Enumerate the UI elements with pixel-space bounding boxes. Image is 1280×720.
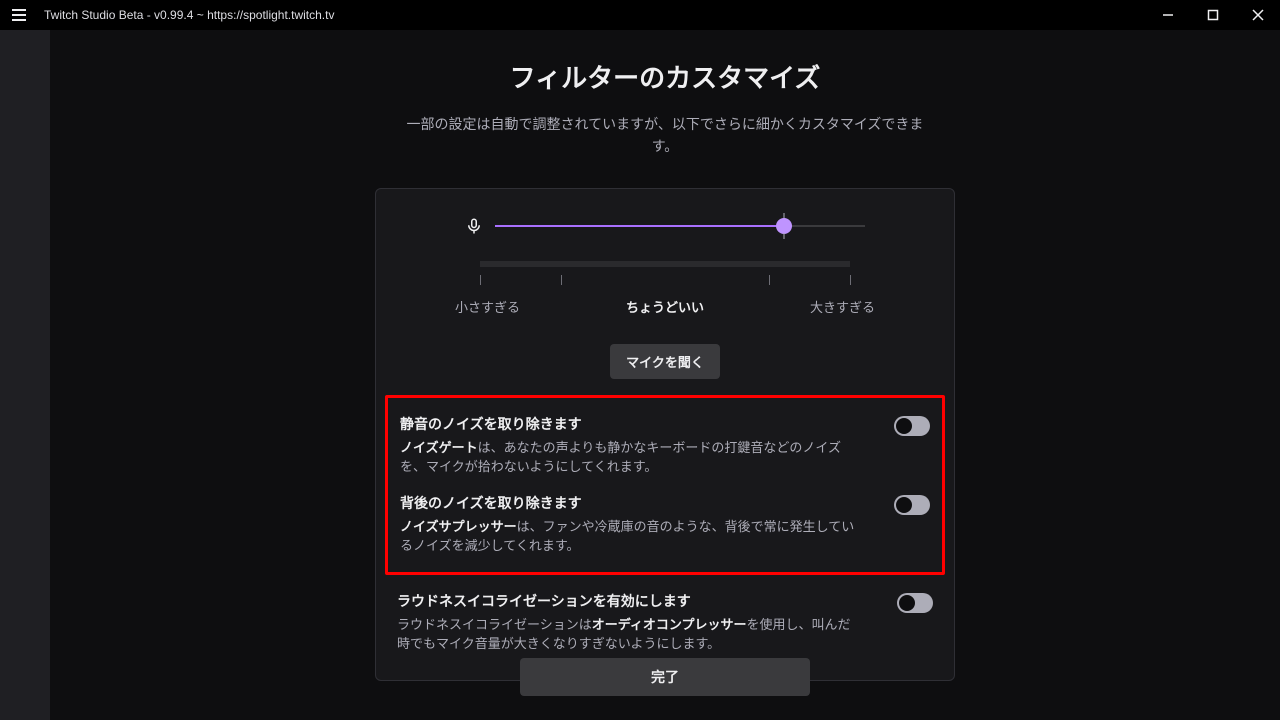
toggle-noise-gate[interactable]: [894, 416, 930, 436]
vu-meter: [480, 261, 850, 267]
scale-labels: 小さすぎる ちょうどいい 大きすぎる: [455, 297, 875, 316]
maximize-button[interactable]: [1190, 0, 1235, 30]
toggle-loudness-eq[interactable]: [897, 593, 933, 613]
microphone-icon: [465, 217, 483, 235]
menu-icon[interactable]: [0, 0, 38, 30]
minimize-button[interactable]: [1145, 0, 1190, 30]
filter-title: ラウドネスイコライゼーションを有効にします: [397, 591, 857, 611]
close-button[interactable]: [1235, 0, 1280, 30]
scale-high: 大きすぎる: [810, 297, 875, 316]
filter-title: 背後のノイズを取り除きます: [400, 493, 860, 513]
filter-desc: ラウドネスイコライゼーションはオーディオコンプレッサーを使用し、叫んだ時でもマイ…: [397, 615, 857, 654]
mic-card: 小さすぎる ちょうどいい 大きすぎる マイクを聞く 静音のノイズを取り除きます …: [375, 188, 955, 681]
sidebar: [0, 30, 50, 720]
done-button[interactable]: 完了: [520, 658, 810, 696]
mic-gain-slider[interactable]: [495, 225, 865, 227]
slider-knob[interactable]: [776, 218, 792, 234]
window-title: Twitch Studio Beta - v0.99.4 ~ https://s…: [44, 8, 334, 22]
filter-desc: ノイズサプレッサーは、ファンや冷蔵庫の音のような、背後で常に発生しているノイズを…: [400, 517, 860, 556]
filter-noise-suppressor: 背後のノイズを取り除きます ノイズサプレッサーは、ファンや冷蔵庫の音のような、背…: [400, 485, 930, 564]
titlebar: Twitch Studio Beta - v0.99.4 ~ https://s…: [0, 0, 1280, 30]
scale-low: 小さすぎる: [455, 297, 520, 316]
filter-noise-gate: 静音のノイズを取り除きます ノイズゲートは、あなたの声よりも静かなキーボードの打…: [400, 406, 930, 485]
toggle-noise-suppressor[interactable]: [894, 495, 930, 515]
filter-loudness-eq: ラウドネスイコライゼーションを有効にします ラウドネスイコライゼーションはオーデ…: [395, 583, 935, 662]
page-subtitle: 一部の設定は自動で調整されていますが、以下でさらに細かくカスタマイズできます。: [395, 113, 935, 158]
main-content: フィルターのカスタマイズ 一部の設定は自動で調整されていますが、以下でさらに細か…: [50, 30, 1280, 720]
listen-mic-button[interactable]: マイクを聞く: [610, 344, 720, 379]
filter-title: 静音のノイズを取り除きます: [400, 414, 860, 434]
page-title: フィルターのカスタマイズ: [510, 58, 821, 95]
filter-desc: ノイズゲートは、あなたの声よりも静かなキーボードの打鍵音などのノイズを、マイクが…: [400, 438, 860, 477]
highlighted-filters: 静音のノイズを取り除きます ノイズゲートは、あなたの声よりも静かなキーボードの打…: [385, 395, 945, 575]
scale-mid: ちょうどいい: [626, 297, 704, 316]
